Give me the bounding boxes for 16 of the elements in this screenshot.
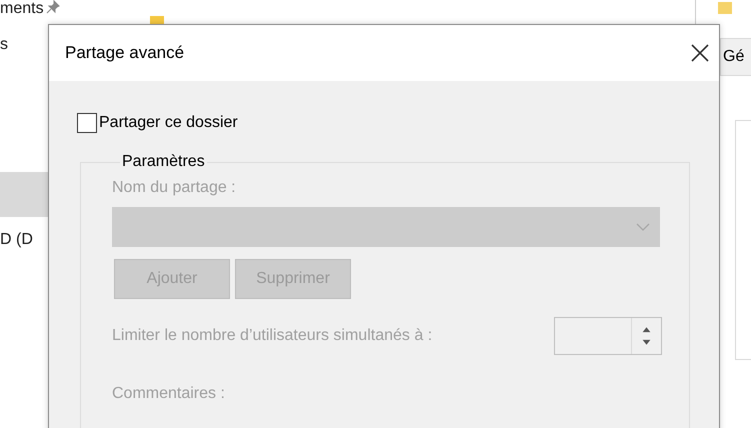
- limit-label: Limiter le nombre d’utilisateurs simultanés à :: [112, 327, 432, 345]
- comments-label: Commentaires :: [112, 385, 226, 403]
- nav-label[interactable]: D (D: [0, 230, 33, 248]
- group-legend: Paramètres: [120, 153, 207, 171]
- nav-label[interactable]: s: [0, 36, 8, 54]
- user-limit-spinner[interactable]: [554, 317, 662, 355]
- folder-icon: [718, 2, 732, 14]
- properties-tab[interactable]: Gé: [720, 38, 751, 76]
- share-name-label: Nom du partage :: [112, 179, 237, 197]
- nav-label[interactable]: ments: [0, 0, 44, 18]
- checkbox-label[interactable]: Partager ce dossier: [99, 114, 238, 132]
- share-name-dropdown[interactable]: [112, 207, 660, 247]
- chevron-icon: [636, 222, 650, 232]
- dialog-title: Partage avancé: [65, 43, 184, 63]
- close-icon[interactable]: [691, 44, 709, 62]
- share-checkbox[interactable]: [77, 113, 97, 133]
